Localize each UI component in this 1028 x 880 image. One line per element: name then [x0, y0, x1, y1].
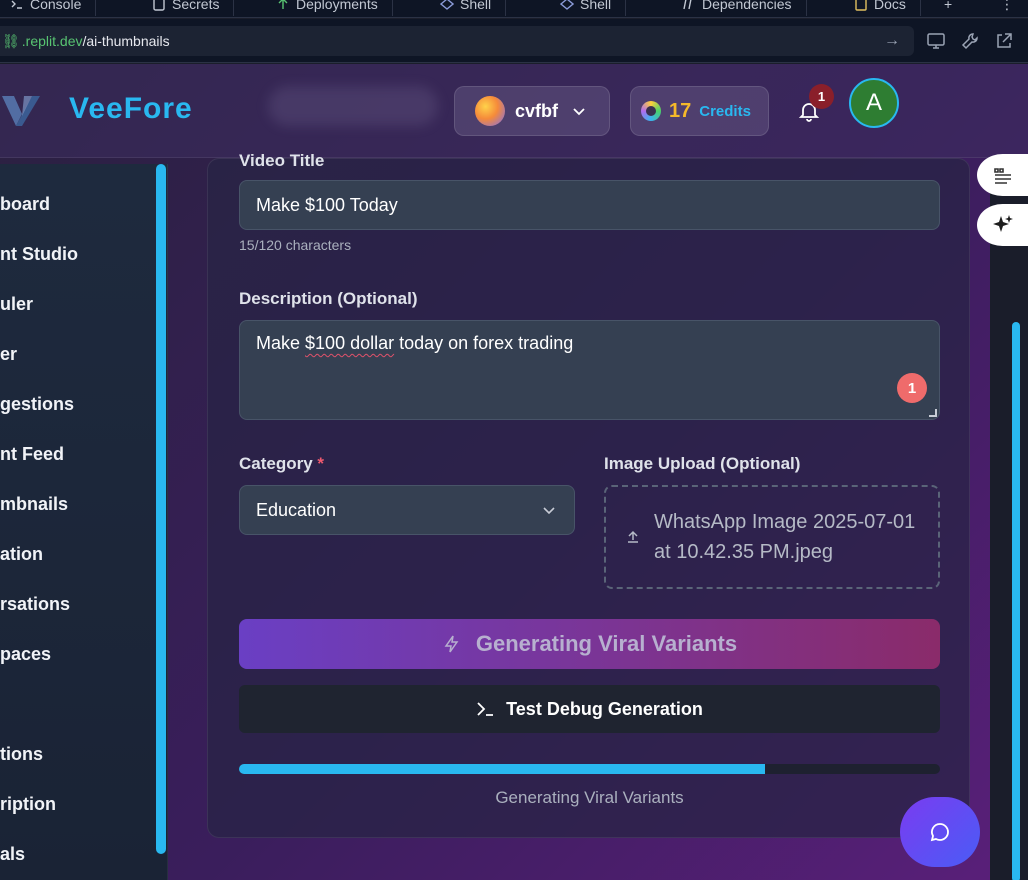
image-upload-dropzone[interactable]: WhatsApp Image 2025-07-01 at 10.42.35 PM… — [604, 485, 940, 589]
book-icon — [854, 0, 868, 11]
url-field[interactable]: ⛓ .replit.dev/ai-thumbnails → — [0, 26, 914, 56]
chat-fab-button[interactable] — [900, 797, 980, 867]
sidebar-item-5[interactable]: er — [0, 344, 17, 365]
more-vertical-icon: ⋮ — [1000, 0, 1014, 12]
category-select[interactable]: Education — [239, 485, 575, 535]
ide-tab-bar: Console Secrets Deployments Shell Shell … — [0, 0, 1028, 18]
new-tab-button[interactable]: + — [930, 0, 966, 16]
lock-icon — [152, 0, 166, 11]
thumbnail-form-card: Video Title Make $100 Today 15/120 chara… — [207, 151, 970, 838]
chevron-down-icon — [573, 108, 585, 116]
description-label: Description (Optional) — [239, 289, 418, 308]
url-tools — [926, 31, 1014, 56]
tab-dependencies[interactable]: Dependencies — [668, 0, 807, 16]
external-link-icon[interactable] — [994, 31, 1014, 56]
tab-shell-1[interactable]: Shell — [426, 0, 507, 16]
upload-filename: WhatsApp Image 2025-07-01 at 10.42.35 PM… — [654, 511, 916, 563]
chat-bubble-icon — [930, 823, 949, 842]
resize-handle[interactable] — [929, 409, 937, 417]
progress-label: Generating Viral Variants — [495, 788, 684, 807]
tab-docs[interactable]: Docs — [840, 0, 921, 16]
description-textarea[interactable]: Make $100 dollar today on forex trading … — [239, 320, 940, 420]
rocket-icon — [276, 0, 290, 11]
upload-icon — [628, 530, 638, 543]
sidebar-item-workspaces[interactable]: paces — [0, 644, 51, 665]
shell-icon — [439, 0, 455, 11]
url-bar: ⛓ .replit.dev/ai-thumbnails → — [0, 19, 1028, 63]
sidebar-item-content-feed[interactable]: nt Feed — [0, 444, 64, 465]
spellcheck-underline: $100 dollar — [305, 333, 395, 353]
tab-deployments[interactable]: Deployments — [262, 0, 393, 16]
link-icon: ⛓ — [2, 32, 20, 49]
test-debug-button[interactable]: Test Debug Generation — [239, 685, 940, 733]
progress-fill — [239, 764, 765, 774]
video-title-label: Video Title — [239, 151, 325, 170]
sidebar-item-subscription[interactable]: ription — [0, 794, 56, 815]
credits-icon — [641, 101, 661, 121]
sidebar-item-scheduler[interactable]: uler — [0, 294, 33, 315]
quote-widget-button[interactable] — [977, 154, 1028, 196]
sidebar-item-referrals[interactable]: als — [0, 844, 25, 865]
package-icon — [682, 0, 696, 11]
tab-secrets[interactable]: Secrets — [138, 0, 235, 16]
brand-name[interactable]: VeeFore — [69, 92, 193, 126]
title-char-counter: 15/120 characters — [239, 237, 352, 253]
grammar-badge[interactable]: 1 — [897, 373, 927, 403]
sidebar-scrollbar[interactable] — [156, 164, 166, 854]
wrench-icon[interactable] — [960, 31, 980, 56]
tab-console[interactable]: Console — [0, 0, 97, 16]
quote-list-icon — [993, 168, 1011, 184]
sidebar-item-dashboard[interactable]: board — [0, 194, 50, 215]
main-scroll-track — [990, 158, 1028, 880]
generate-variants-button[interactable]: Generating Viral Variants — [239, 619, 940, 669]
sidebar-item-suggestions[interactable]: gestions — [0, 394, 74, 415]
credits-display[interactable]: 17 Credits — [630, 86, 769, 136]
workspace-switcher[interactable]: cvfbf — [454, 86, 610, 136]
notification-badge: 1 — [809, 84, 834, 109]
sparkles-icon — [992, 215, 1013, 232]
lightning-icon — [444, 635, 459, 653]
terminal-icon — [10, 0, 24, 11]
user-avatar[interactable]: A — [849, 78, 899, 128]
terminal-icon — [477, 702, 494, 716]
video-title-input[interactable]: Make $100 Today — [239, 180, 940, 230]
sidebar-item-thumbnails[interactable]: mbnails — [0, 494, 68, 515]
image-upload-label: Image Upload (Optional) — [604, 454, 801, 473]
app-header: VeeFore cvfbf 17 Credits 1 A — [0, 64, 1028, 158]
more-menu-button[interactable]: ⋮ — [986, 0, 1028, 16]
generation-progress-bar — [239, 764, 940, 774]
main-scrollbar[interactable] — [1012, 322, 1020, 880]
chevron-down-icon — [543, 507, 555, 515]
veefore-logo-icon — [2, 96, 40, 126]
sidebar: board nt Studio uler er gestions nt Feed… — [0, 164, 168, 880]
arrow-right-icon[interactable]: → — [884, 32, 900, 50]
workspace-avatar-icon — [475, 96, 505, 126]
sidebar-item-automation[interactable]: ation — [0, 544, 43, 565]
sidebar-item-integrations[interactable]: tions — [0, 744, 43, 765]
shell-icon — [559, 0, 575, 11]
monitor-icon[interactable] — [926, 31, 946, 56]
plus-icon: + — [944, 0, 953, 12]
ai-sparkle-button[interactable] — [977, 204, 1028, 246]
tab-shell-2[interactable]: Shell — [546, 0, 627, 16]
app-frame: VeeFore cvfbf 17 Credits 1 A board nt St… — [0, 64, 1028, 880]
category-label: Category * — [239, 454, 325, 473]
sidebar-item-conversations[interactable]: rsations — [0, 594, 70, 615]
sidebar-item-content-studio[interactable]: nt Studio — [0, 244, 78, 265]
blurred-header-element — [268, 86, 438, 126]
